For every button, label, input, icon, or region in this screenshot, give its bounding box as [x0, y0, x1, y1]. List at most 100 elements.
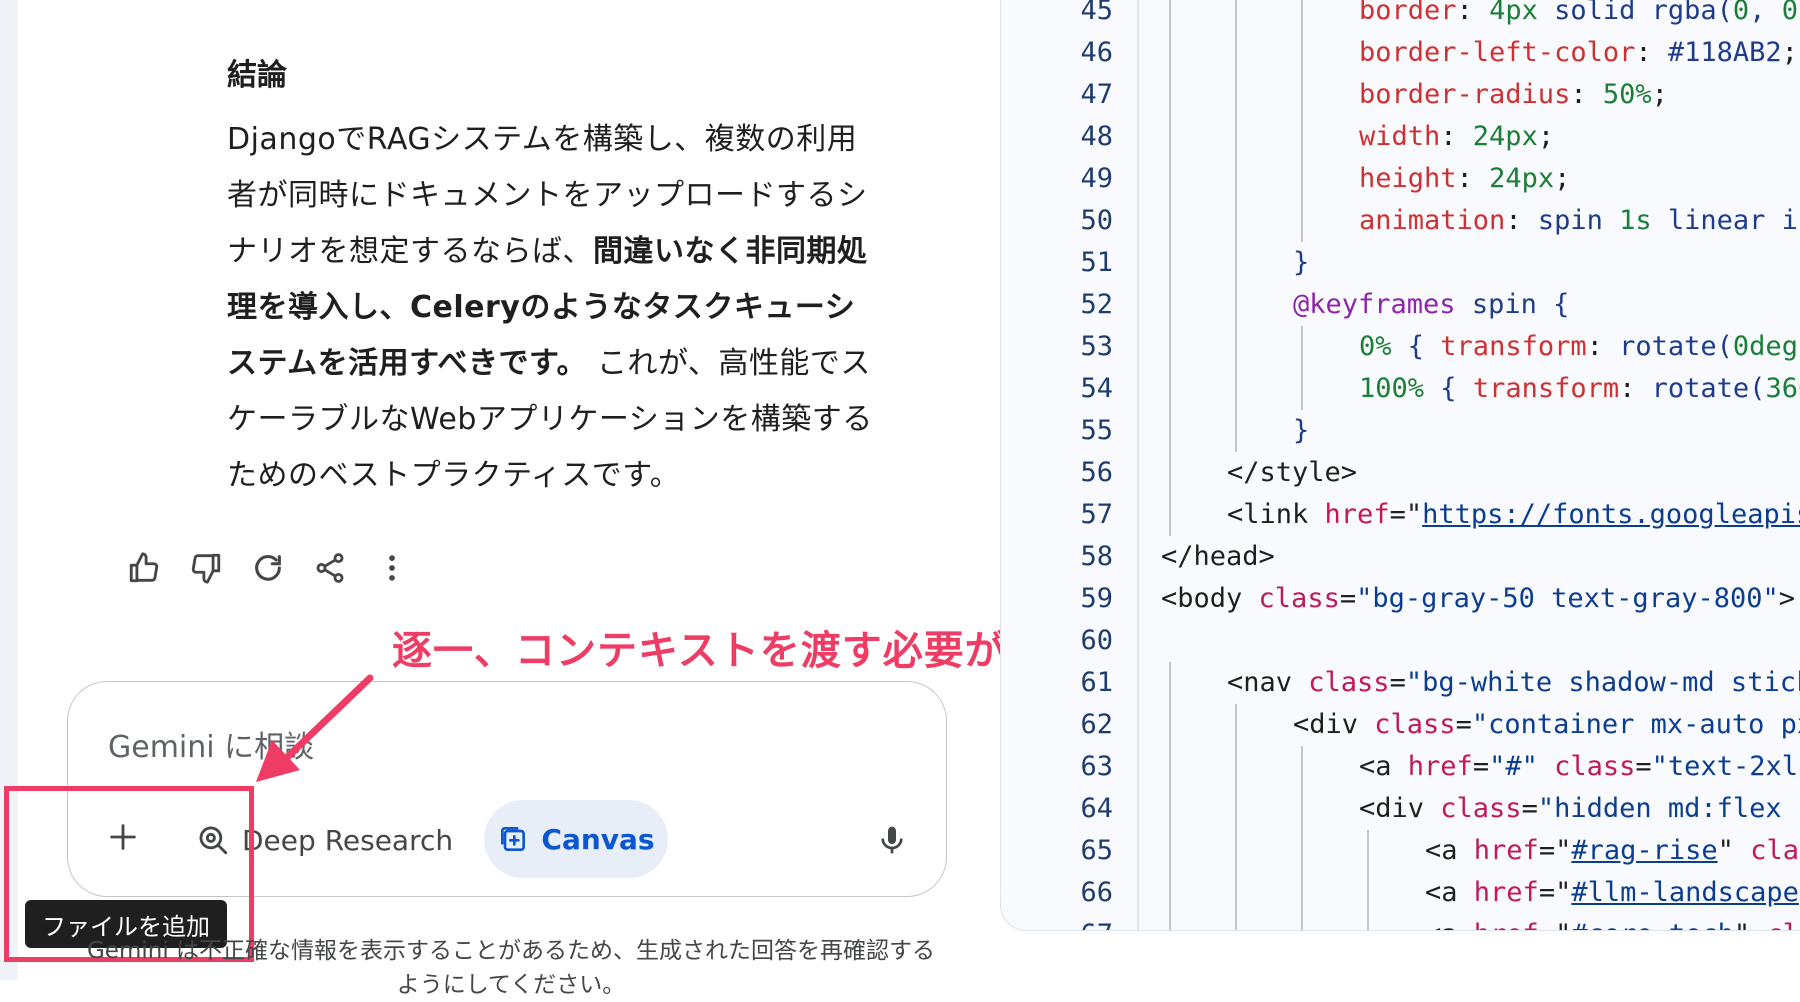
code-token: 0	[1732, 0, 1750, 26]
code-token: <a	[1425, 919, 1474, 930]
code-token: :	[1505, 205, 1538, 236]
indent-guide	[1235, 158, 1237, 200]
indent-guide	[1301, 914, 1303, 930]
code-token: rotate(	[1619, 331, 1733, 362]
code-token: <a	[1425, 877, 1474, 908]
line-number: 62	[1080, 709, 1113, 740]
code-token: href	[1473, 835, 1539, 866]
indent-guide	[1235, 410, 1237, 452]
line-number: 54	[1080, 373, 1113, 404]
indent-guide	[1169, 662, 1171, 704]
code-line: <div class="container mx-auto px	[1293, 704, 1800, 746]
code-token: :	[1586, 331, 1620, 362]
line-number: 67	[1080, 914, 1113, 930]
indent-guide	[1169, 452, 1171, 494]
code-token: :	[1635, 37, 1668, 68]
code-token: href	[1407, 751, 1473, 782]
microphone-button[interactable]	[870, 818, 914, 862]
line-number: 46	[1080, 37, 1113, 68]
more-options-button[interactable]	[372, 548, 412, 588]
code-line: <body class="bg-gray-50 text-gray-800">	[1161, 578, 1795, 620]
code-line: 0% { transform: rotate(0deg)	[1359, 326, 1800, 368]
code-token: :	[1456, 0, 1490, 26]
indent-guide	[1169, 242, 1171, 284]
regenerate-button[interactable]	[248, 548, 288, 588]
code-token: transform	[1472, 373, 1620, 404]
indent-guide	[1235, 116, 1237, 158]
indent-guide	[1169, 914, 1171, 930]
code-token: transform	[1440, 331, 1587, 362]
code-line: </style>	[1227, 452, 1357, 494]
code-token: "container mx-auto px	[1471, 709, 1800, 740]
code-token: 1s	[1619, 205, 1652, 236]
indent-guide	[1235, 368, 1237, 410]
code-token: 0	[1781, 0, 1798, 26]
code-line: <a href="#llm-landscape"	[1425, 872, 1800, 914]
indent-guide	[1169, 0, 1171, 32]
indent-guide	[1235, 0, 1237, 32]
indent-guide	[1169, 410, 1171, 452]
code-token: ;	[1537, 121, 1555, 152]
code-token: 4px	[1489, 0, 1538, 26]
code-token: =	[1339, 583, 1357, 614]
code-line: width: 24px;	[1359, 116, 1554, 158]
code-line: <div class="hidden md:flex s	[1359, 788, 1800, 830]
code-token: 24px	[1472, 121, 1538, 152]
code-token: :	[1456, 163, 1490, 194]
code-token: #rag-rise	[1571, 835, 1718, 866]
code-token: {	[1391, 331, 1441, 362]
code-line: animation: spin 1s linear in	[1359, 200, 1800, 242]
canvas-button[interactable]: Canvas	[484, 800, 668, 878]
answer-heading: 結論	[227, 58, 287, 93]
code-token: 50%	[1602, 79, 1652, 110]
gutter-divider	[1137, 0, 1139, 930]
indent-guide	[1169, 746, 1171, 788]
more-vert-icon	[389, 555, 395, 581]
code-token: #llm-landscape	[1571, 877, 1799, 908]
code-line: border-left-color: #118AB2;	[1359, 32, 1798, 74]
code-token: #118AB2	[1667, 37, 1782, 68]
code-token: :	[1570, 79, 1603, 110]
indent-guide	[1235, 74, 1237, 116]
code-token: <div	[1293, 709, 1375, 740]
code-token: <div	[1359, 793, 1441, 824]
code-token: rotate(	[1651, 373, 1766, 404]
code-token: border	[1359, 0, 1457, 26]
code-token: =	[1389, 667, 1406, 698]
code-token: ;	[1781, 37, 1798, 68]
thumbs-down-button[interactable]	[186, 548, 226, 588]
code-token: 0%	[1359, 331, 1392, 362]
code-token: 0deg	[1732, 331, 1798, 362]
indent-guide	[1235, 704, 1237, 746]
indent-guide	[1235, 746, 1237, 788]
code-token: cla	[1766, 919, 1800, 930]
indent-guide	[1301, 746, 1303, 788]
canvas-code-editor[interactable]: 45 46 47 48 49 50 51 52 53 54 55 56 57 58 59 60 61 62 63 64…	[1000, 0, 1800, 931]
code-line: <a href="#core-tech" cla	[1425, 914, 1800, 930]
answer-paragraph: DjangoでRAGシステムを構築し、複数の利用者が同時にドキュメントをアップロ…	[227, 112, 877, 504]
line-number: 64	[1080, 793, 1113, 824]
line-number: 55	[1080, 415, 1113, 446]
code-token: border-left-color	[1359, 37, 1636, 68]
code-token: 100%	[1359, 373, 1425, 404]
share-button[interactable]	[310, 548, 350, 588]
indent-guide	[1169, 872, 1171, 914]
indent-guide	[1235, 788, 1237, 830]
code-token: "hidden md:flex s	[1537, 793, 1800, 824]
code-token: </head>	[1161, 541, 1275, 572]
thumbs-up-button[interactable]	[124, 548, 164, 588]
indent-guide	[1169, 494, 1171, 536]
indent-guide	[1169, 158, 1171, 200]
indent-guide	[1235, 200, 1237, 242]
code-token: spin	[1537, 205, 1620, 236]
code-line: }	[1293, 242, 1309, 284]
code-token: </style>	[1227, 457, 1358, 488]
code-token: :	[1440, 121, 1473, 152]
line-number: 50	[1080, 205, 1113, 236]
code-line: border-radius: 50%;	[1359, 74, 1668, 116]
code-token: @keyframes	[1293, 289, 1456, 320]
indent-guide	[1169, 32, 1171, 74]
code-token: "text-2xl	[1651, 751, 1798, 782]
canvas-label: Canvas	[541, 822, 655, 856]
code-token: "	[1555, 877, 1572, 908]
